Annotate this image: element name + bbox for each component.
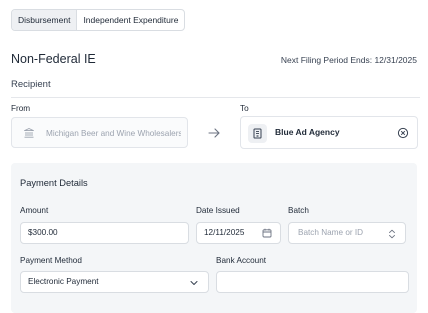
recipient-section-title: Recipient xyxy=(11,79,51,90)
bank-account-input[interactable] xyxy=(216,271,409,293)
bank-icon xyxy=(24,128,34,138)
date-issued-label: Date Issued xyxy=(196,206,240,215)
payment-method-value: Electronic Payment xyxy=(28,277,99,286)
to-label: To xyxy=(240,104,249,113)
from-label: From xyxy=(11,104,31,113)
date-issued-value: 12/11/2025 xyxy=(204,228,245,237)
chevron-down-icon xyxy=(190,281,198,285)
tab-bar: Disbursement Independent Expenditure xyxy=(11,9,186,31)
chevron-up-down-icon xyxy=(389,229,395,239)
section-divider xyxy=(11,97,420,98)
amount-value: $300.00 xyxy=(28,228,58,237)
tab-independent-expenditure[interactable]: Independent Expenditure xyxy=(76,10,184,30)
recipient-avatar xyxy=(248,124,267,143)
batch-select[interactable]: Batch Name or ID xyxy=(288,222,406,244)
tab-disbursement[interactable]: Disbursement xyxy=(12,10,77,30)
filing-period-text: Next Filing Period Ends: 12/31/2025 xyxy=(280,55,417,65)
date-issued-input[interactable]: 12/11/2025 xyxy=(196,222,281,244)
batch-placeholder: Batch Name or ID xyxy=(298,228,364,237)
page-title: Non-Federal IE xyxy=(11,52,96,66)
amount-input[interactable]: $300.00 xyxy=(20,222,189,244)
to-recipient-value: Blue Ad Agency xyxy=(275,127,340,137)
batch-label: Batch xyxy=(288,206,309,215)
to-recipient-field[interactable]: Blue Ad Agency xyxy=(240,116,418,149)
bank-account-label: Bank Account xyxy=(216,256,267,265)
payment-details-title: Payment Details xyxy=(20,178,88,188)
from-recipient-value: Michigan Beer and Wine Wholesalers Assoc… xyxy=(46,129,181,138)
amount-label: Amount xyxy=(20,206,49,215)
payment-method-label: Payment Method xyxy=(20,256,82,265)
arrow-right-icon xyxy=(208,128,220,138)
calendar-icon[interactable] xyxy=(262,228,272,238)
building-icon xyxy=(253,128,262,139)
from-recipient-field[interactable]: Michigan Beer and Wine Wholesalers Assoc… xyxy=(11,117,188,148)
clear-circle-icon[interactable] xyxy=(397,127,409,139)
payment-method-select[interactable]: Electronic Payment xyxy=(20,271,209,293)
